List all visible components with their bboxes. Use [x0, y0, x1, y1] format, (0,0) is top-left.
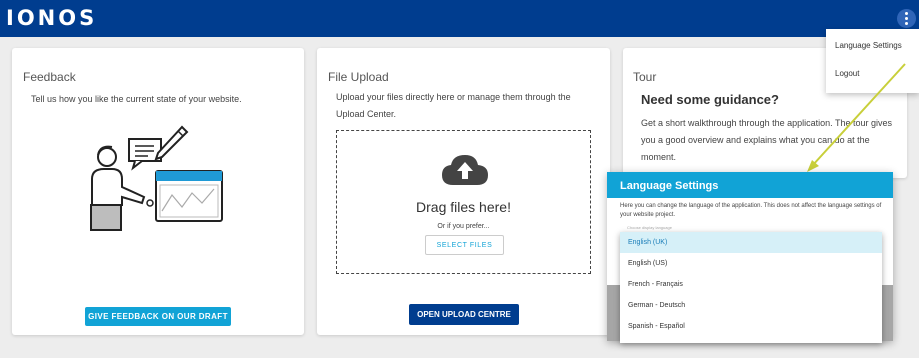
modal-title: Language Settings	[607, 172, 893, 198]
language-field-label: Choose display language	[627, 225, 672, 230]
modal-description: Here you can change the language of the …	[620, 203, 882, 218]
language-dropdown[interactable]: English (UK) English (US) French - Franç…	[620, 232, 882, 343]
language-option[interactable]: Spanish - Español	[620, 316, 882, 337]
language-option[interactable]: English (US)	[620, 253, 882, 274]
language-option[interactable]: English (UK)	[620, 232, 882, 253]
language-option[interactable]: French - Français	[620, 274, 882, 295]
language-option[interactable]: German - Deutsch	[620, 295, 882, 316]
